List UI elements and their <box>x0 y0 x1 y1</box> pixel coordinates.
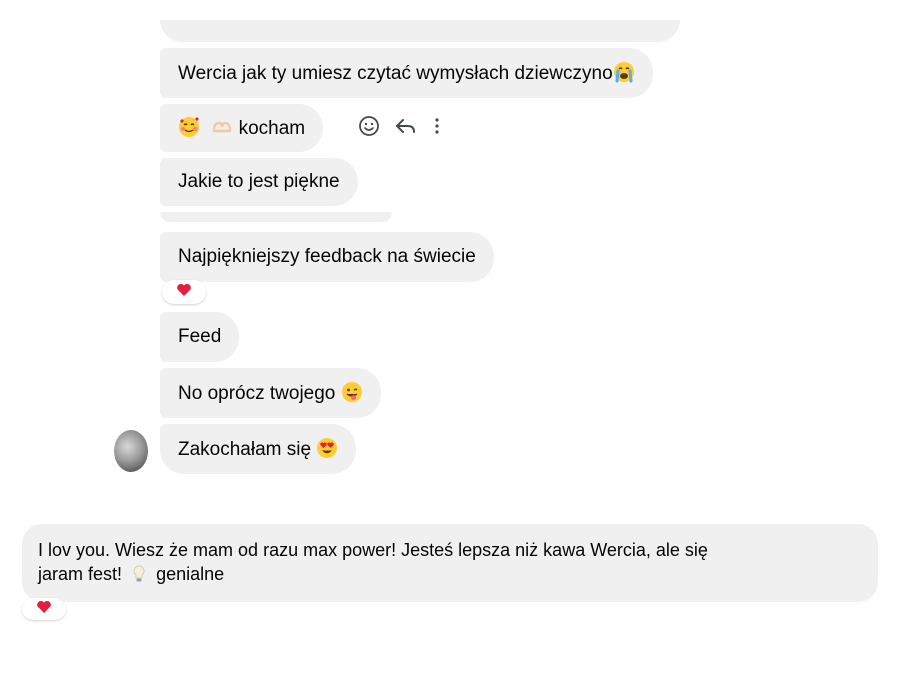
avatar[interactable] <box>114 430 148 472</box>
loudly-crying-face-icon <box>613 61 635 90</box>
message-bubble[interactable]: Najpiękniejszy feedback na świecie <box>160 232 494 282</box>
message-text: Feed <box>178 326 222 347</box>
message-bubble[interactable]: Jakie to jest piękne <box>160 158 358 206</box>
smiling-face-with-hearts-icon <box>178 116 200 145</box>
react-icon[interactable] <box>358 115 380 137</box>
message-text-part: jaram fest! <box>38 564 123 584</box>
message-text: Zakochałam się <box>178 439 312 460</box>
reply-icon[interactable] <box>394 115 418 137</box>
message-text: Wercia jak ty umiesz czytać wymysłach dz… <box>178 63 613 84</box>
message-text: Jakie to jest piękne <box>178 171 340 192</box>
message-bubble[interactable]: No oprócz twojego <box>160 368 381 418</box>
heart-icon <box>176 283 192 302</box>
message-text: Najpiękniejszy feedback na świecie <box>178 246 476 267</box>
heart-reaction[interactable] <box>22 598 66 620</box>
message-bubble[interactable]: Feed <box>160 312 240 362</box>
message-text-line-2: jaram fest! genialne <box>38 562 862 590</box>
heart-icon <box>36 600 52 619</box>
chat-thread: Wercia jak ty umiesz czytać wymysłach dz… <box>0 0 900 675</box>
more-icon[interactable] <box>432 115 442 137</box>
message-bubble[interactable]: I lov you. Wiesz że mam od razu max powe… <box>22 524 878 602</box>
heart-hands-icon <box>211 116 233 145</box>
cut-off-message-top <box>160 20 680 42</box>
message-actions <box>358 112 442 140</box>
winking-face-with-tongue-icon <box>341 381 363 410</box>
message-text-line-1: I lov you. Wiesz że mam od razu max powe… <box>38 540 708 560</box>
light-bulb-icon <box>131 564 147 590</box>
message-bubble[interactable]: Wercia jak ty umiesz czytać wymysłach dz… <box>160 48 653 98</box>
cut-off-message-middle <box>160 212 392 222</box>
message-bubble[interactable]: kocham <box>160 104 324 152</box>
heart-reaction[interactable] <box>162 280 206 304</box>
smiling-face-with-heart-eyes-icon <box>316 437 338 466</box>
message-text-part: genialne <box>156 564 225 584</box>
message-bubble[interactable]: Zakochałam się <box>160 424 357 474</box>
message-text: No oprócz twojego <box>178 383 336 404</box>
message-text: kocham <box>238 118 306 139</box>
